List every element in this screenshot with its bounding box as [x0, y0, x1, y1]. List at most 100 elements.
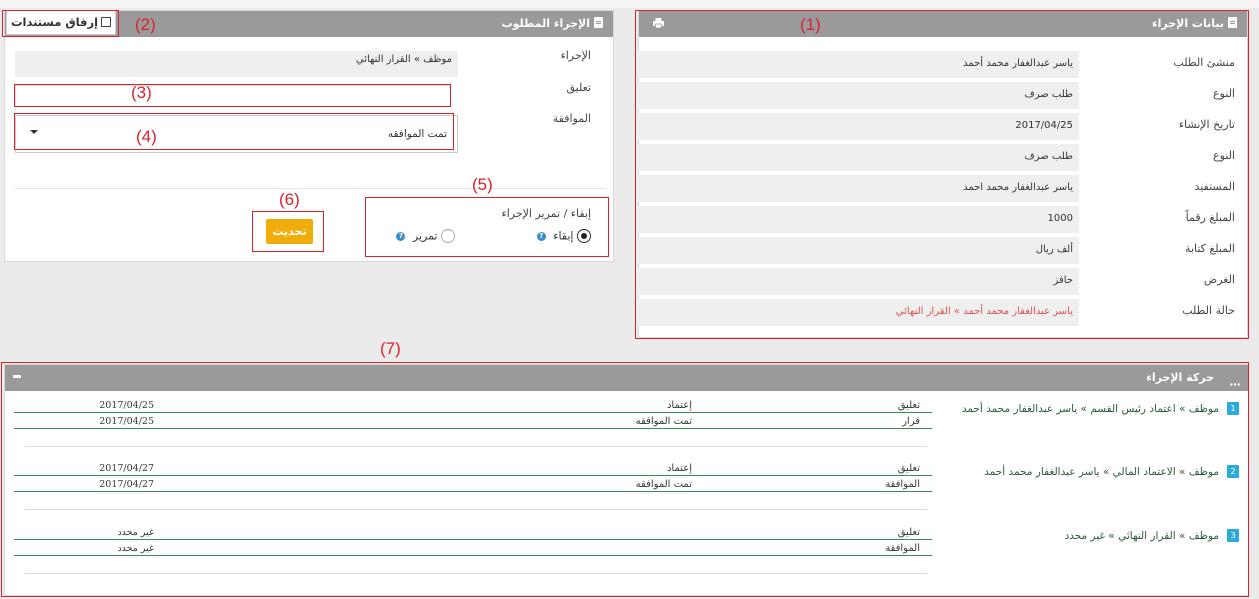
request-row-value: طلب صرف: [636, 82, 1079, 109]
detail-date: غير محدد: [117, 527, 154, 538]
annotation-label-4: (4): [136, 127, 157, 146]
request-row-value: ياسر عبدالغفار محمد احمد: [636, 175, 1079, 202]
request-row-label: النوع: [1213, 149, 1235, 162]
request-row: المبلغ كتابة ألف ريال: [636, 237, 1235, 264]
request-row-label: المستفيد: [1194, 180, 1235, 193]
step-title: موظف » القرار النهائي » غير محدد: [1064, 530, 1219, 542]
required-action-title-wrap: الإجراء المطلوب: [502, 17, 603, 30]
required-action-panel: الإجراء المطلوب الإجراء موظف » القرار ال…: [4, 10, 614, 262]
request-row-value: ياسر عبدالغفار محمد أحمد » القرار النهائ…: [636, 299, 1079, 326]
help-icon[interactable]: ?: [536, 231, 546, 241]
detail-value: إعتماد: [666, 400, 692, 411]
detail-date: غير محدد: [117, 543, 154, 554]
annotation-label-7: (7): [380, 339, 401, 358]
attach-documents-button[interactable]: إرفاق مستندات: [6, 10, 116, 35]
detail-key: تعليق: [897, 527, 920, 538]
step-detail-line: قرار تمت الموافقه 2017/04/25: [14, 416, 932, 429]
collapse-icon[interactable]: [13, 375, 21, 378]
request-row-label: تاريخ الإنشاء: [1178, 118, 1235, 131]
approval-selected-value: تمت الموافقه: [387, 128, 447, 140]
request-row-value: 1000: [636, 206, 1079, 233]
detail-value: تمت الموافقه: [635, 479, 692, 490]
request-row: حالة الطلب ياسر عبدالغفار محمد أحمد » الق…: [636, 299, 1235, 326]
comment-input[interactable]: [15, 85, 451, 107]
divider: [15, 188, 606, 189]
request-row: تاريخ الإنشاء 2017/04/25: [636, 113, 1235, 140]
annotation-label-3: (3): [131, 83, 152, 102]
procedure-value: موظف » القرار النهائي: [15, 51, 458, 77]
timeline-title: حركة الإجراء: [1146, 371, 1214, 384]
approval-label: الموافقة: [552, 112, 591, 125]
request-row-value: 2017/04/25: [636, 113, 1079, 140]
request-row-label: منشئ الطلب: [1173, 56, 1235, 69]
step-detail-line: الموافقة تمت الموافقه 2017/04/27: [14, 479, 932, 492]
comment-label: تعليق: [566, 81, 591, 94]
detail-date: 2017/04/25: [99, 400, 154, 411]
request-row: منشئ الطلب ياسر عبدالغفار محمد أحمد: [636, 51, 1235, 78]
file-icon: [1228, 17, 1237, 28]
step-detail-line: الموافقة غير محدد: [14, 543, 932, 556]
annotation-label-1: (1): [800, 15, 821, 34]
copy-icon: [101, 17, 112, 27]
detail-key: تعليق: [897, 463, 920, 474]
detail-key: قرار: [902, 416, 920, 427]
annotation-label-6: (6): [279, 190, 300, 209]
request-row: المبلغ رقماً 1000: [636, 206, 1235, 233]
request-row-label: الغرض: [1203, 273, 1235, 286]
update-button[interactable]: تحديث: [266, 219, 313, 244]
keep-option[interactable]: إبقاء ?: [536, 229, 591, 243]
step-number-badge: 3: [1227, 529, 1239, 542]
detail-value: إعتماد: [666, 463, 692, 474]
request-data-header: بيانات الإجراء: [639, 11, 1247, 37]
request-row-label: المبلغ كتابة: [1185, 242, 1235, 255]
detail-date: 2017/04/25: [99, 416, 154, 427]
request-data-title-wrap: بيانات الإجراء: [1152, 17, 1237, 30]
pass-radio[interactable]: [441, 229, 455, 243]
detail-value: تمت الموافقه: [635, 416, 692, 427]
request-row-label: المبلغ رقماً: [1185, 211, 1235, 224]
timeline-header: حركة الإجراء: [5, 365, 1248, 391]
step-title: موظف » الاعتماد المالي » ياسر عبدالغفار …: [984, 466, 1219, 478]
request-row-value: ألف ريال: [636, 237, 1079, 264]
step-detail-line: تعليق إعتماد 2017/04/27: [14, 463, 932, 476]
keep-radio[interactable]: [577, 229, 591, 243]
print-icon[interactable]: [653, 18, 664, 29]
approval-select[interactable]: تمت الموافقه: [15, 115, 458, 153]
top-strip: [0, 0, 1259, 8]
keep-option-label: إبقاء: [553, 229, 574, 243]
request-data-title: بيانات الإجراء: [1151, 17, 1224, 30]
help-icon[interactable]: ?: [396, 231, 406, 241]
procedure-label: الإجراء: [560, 49, 591, 62]
request-row-label: حالة الطلب: [1182, 304, 1235, 317]
step-separator: [25, 446, 927, 447]
request-row: النوع طلب صرف: [636, 82, 1235, 109]
step-detail-line: تعليق إعتماد 2017/04/25: [14, 400, 932, 413]
request-row-value: حافز: [636, 268, 1079, 295]
attach-documents-label: إرفاق مستندات: [10, 15, 99, 29]
pass-option-label: تمرير: [412, 229, 438, 243]
step-number-badge: 2: [1227, 465, 1239, 478]
step-title: موظف » اعتماد رئيس القسم » ياسر عبدالغفا…: [961, 403, 1219, 415]
request-row: الغرض حافز: [636, 268, 1235, 295]
file-icon: [594, 17, 603, 28]
step-separator: [25, 509, 927, 510]
chevron-down-icon: [30, 130, 38, 134]
pass-option[interactable]: تمرير ?: [396, 229, 455, 243]
request-row: المستفيد ياسر عبدالغفار محمد احمد: [636, 175, 1235, 202]
keep-pass-label: إبقاء / تمرير الإجراء: [501, 207, 591, 220]
detail-key: الموافقة: [885, 479, 920, 490]
step-number-badge: 1: [1227, 402, 1239, 415]
detail-date: 2017/04/27: [99, 463, 154, 474]
step-detail-line: تعليق غير محدد: [14, 527, 932, 540]
request-row: النوع طلب صرف: [636, 144, 1235, 171]
required-action-title: الإجراء المطلوب: [501, 17, 590, 30]
detail-date: 2017/04/27: [99, 479, 154, 490]
procedure-value-text: موظف » القرار النهائي: [355, 54, 452, 65]
detail-key: الموافقة: [885, 543, 920, 554]
request-row-value: ياسر عبدالغفار محمد أحمد: [636, 51, 1079, 78]
request-data-panel: بيانات الإجراء منشئ الطلب ياسر عبدالغفار …: [636, 10, 1248, 338]
detail-key: تعليق: [897, 400, 920, 411]
request-row-value: طلب صرف: [636, 144, 1079, 171]
annotation-label-2: (2): [135, 15, 156, 34]
more-icon[interactable]: [1230, 376, 1240, 386]
